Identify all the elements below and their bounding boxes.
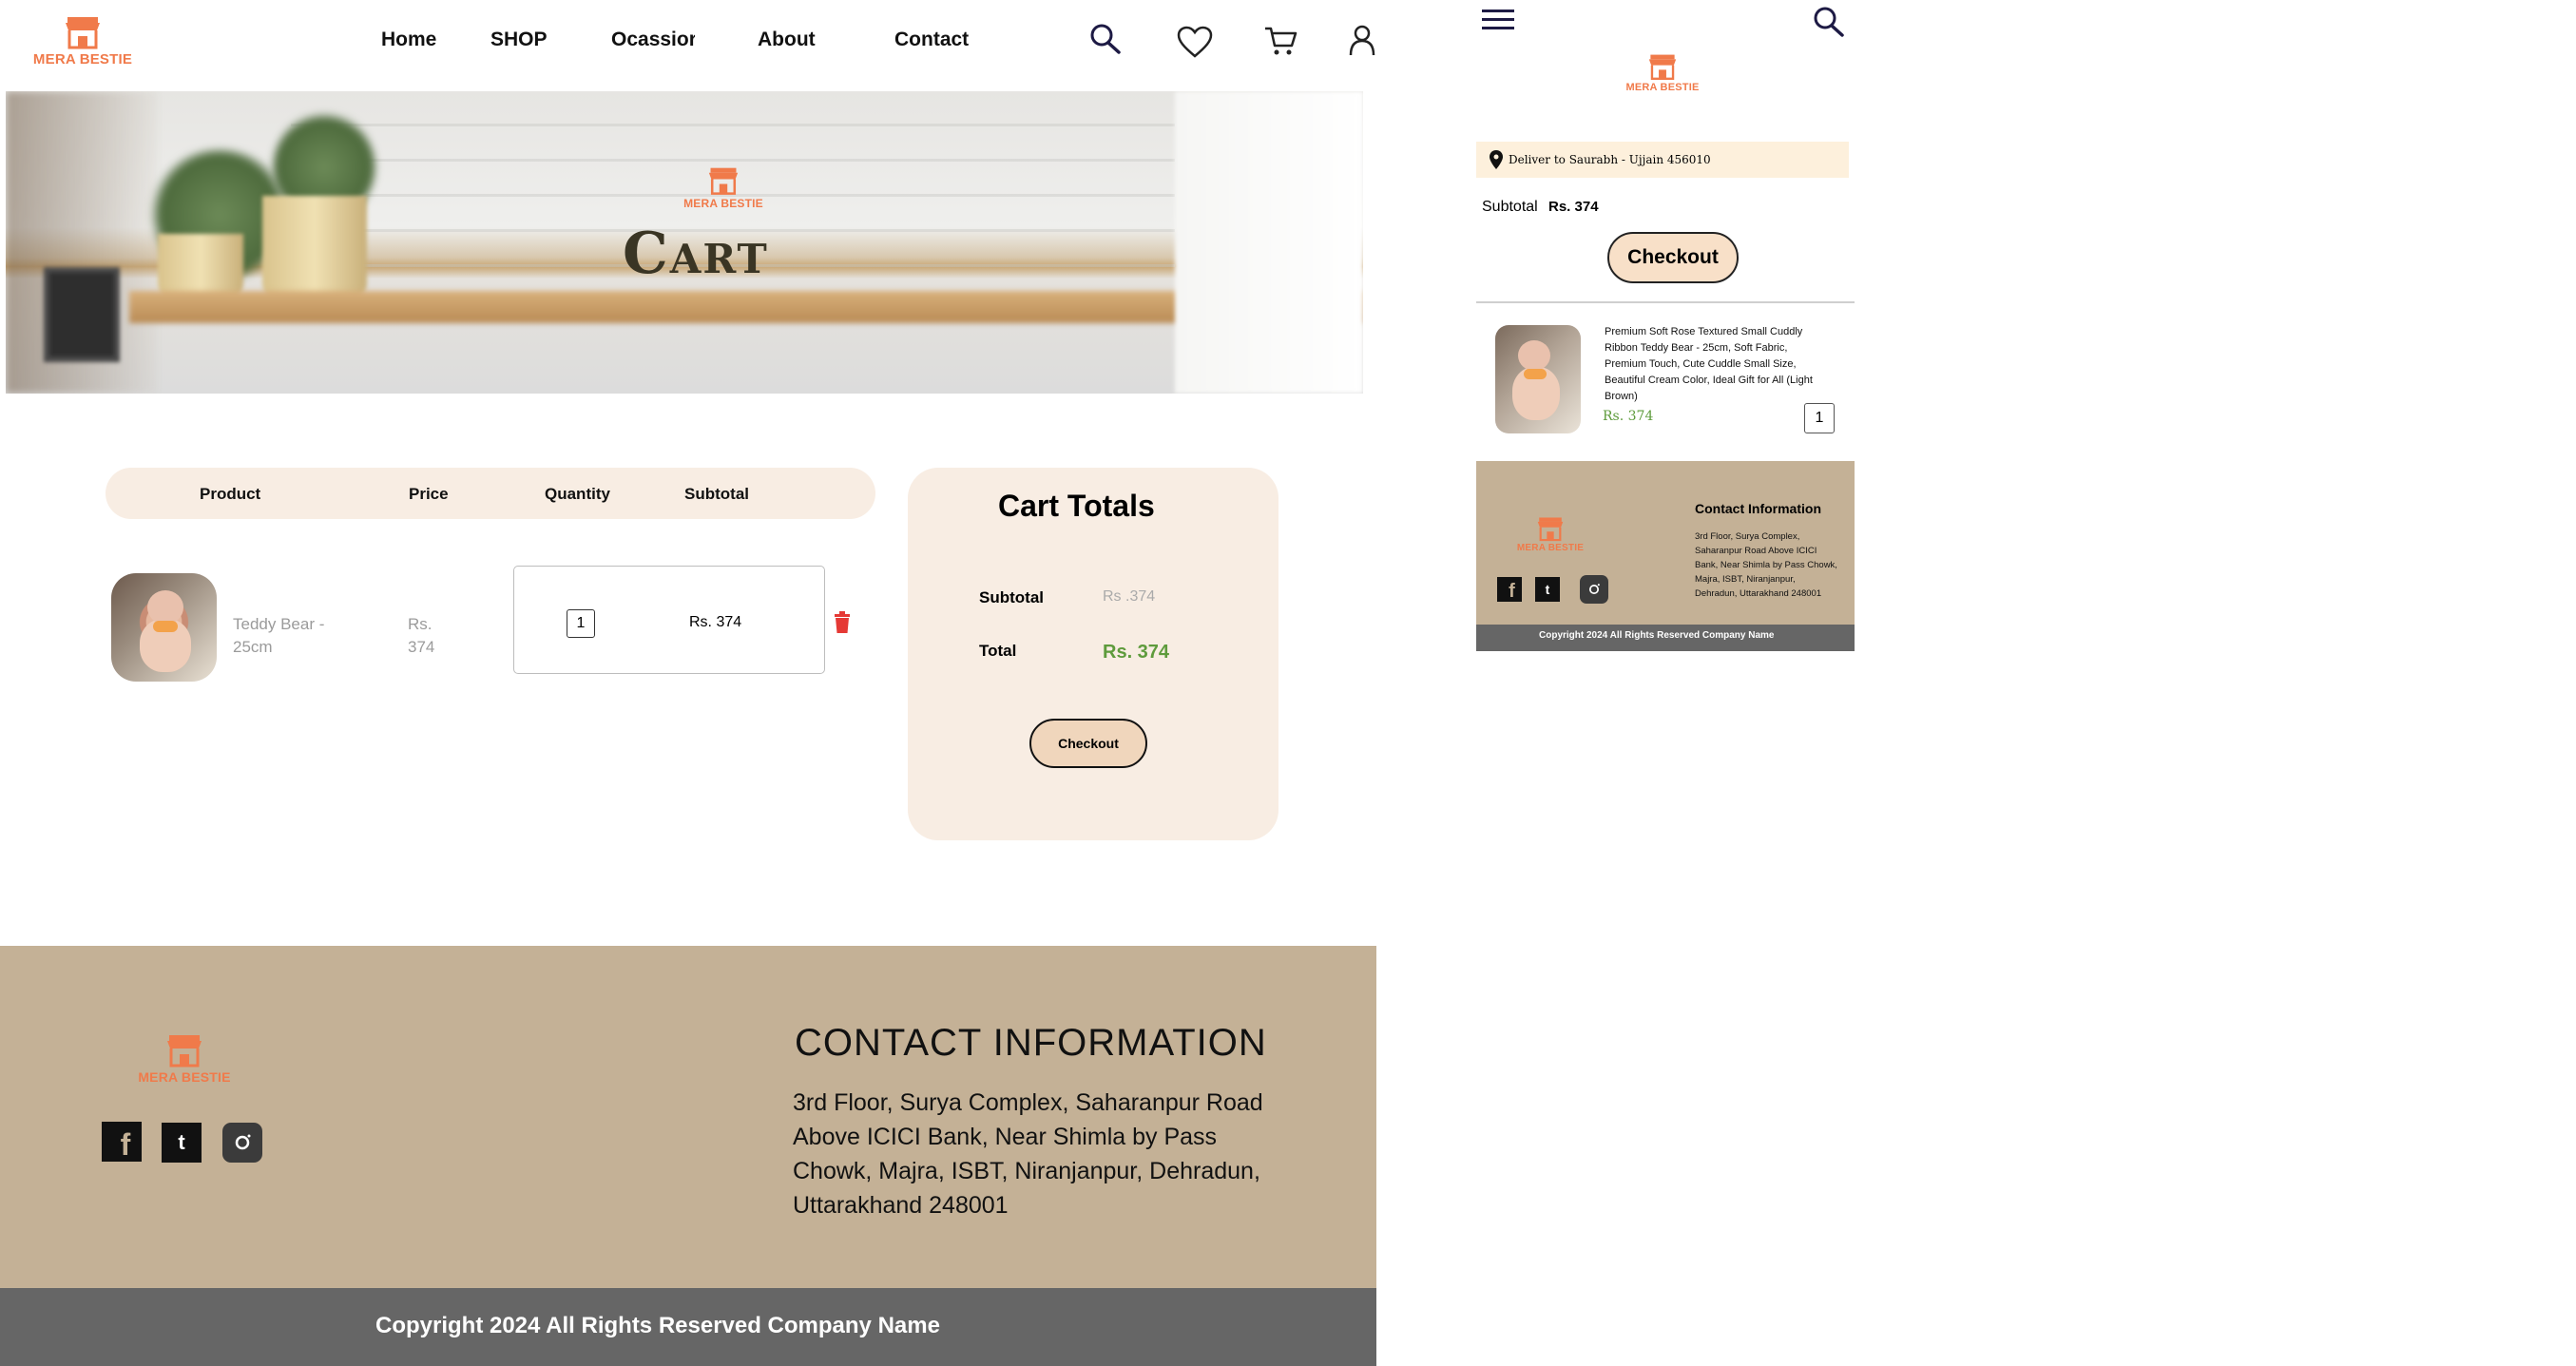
mobile-copyright-bar: Copyright 2024 All Rights Reserved Compa…	[1476, 625, 1855, 651]
address-line: Majra, ISBT, Niranjanpur,	[1695, 574, 1796, 585]
col-subtotal: Subtotal	[684, 485, 749, 503]
row-subtotal: Rs. 374	[689, 614, 742, 630]
nav-shop[interactable]: SHOP	[490, 29, 548, 51]
nav-home[interactable]: Home	[381, 29, 436, 51]
col-quantity: Quantity	[545, 485, 610, 503]
product-price: Rs. 374	[408, 613, 434, 659]
quantity-stepper[interactable]: 1	[567, 609, 595, 638]
price-line: 374	[408, 638, 435, 656]
product-title-line: Brown)	[1605, 391, 1638, 402]
twitter-icon[interactable]: t	[1535, 577, 1560, 602]
shop-logo-icon	[1537, 517, 1564, 542]
cart-icon[interactable]	[1263, 25, 1298, 57]
account-user-icon[interactable]	[1348, 24, 1376, 56]
search-icon[interactable]	[1088, 23, 1123, 55]
product-thumbnail[interactable]	[111, 573, 217, 682]
picture-frame-decor	[44, 267, 120, 362]
hero-brand-name: MERA BESTIE	[683, 197, 763, 210]
cart-totals-panel: Cart Totals Subtotal Rs .374 Total Rs. 3…	[908, 468, 1278, 840]
product-title-line: Ribbon Teddy Bear - 25cm, Soft Fabric,	[1605, 342, 1788, 354]
mobile-subtotal-label: Subtotal	[1482, 199, 1538, 215]
shop-logo-icon	[66, 17, 100, 49]
address-line: 3rd Floor, Surya Complex,	[1695, 531, 1800, 542]
col-price: Price	[409, 485, 449, 503]
address-line: Chowk, Majra, ISBT, Niranjanpur, Dehradu…	[793, 1158, 1260, 1184]
product-name-line: 25cm	[233, 638, 273, 656]
deliver-to-bar[interactable]: Deliver to Saurabh - Ujjain 456010	[1476, 142, 1849, 178]
nav-occasions[interactable]: Ocassior	[611, 29, 695, 51]
footer-brand-name: MERA BESTIE	[138, 1069, 231, 1085]
mobile-brand-name: MERA BESTIE	[1625, 82, 1700, 93]
twitter-icon[interactable]: t	[162, 1123, 202, 1163]
totals-total-label: Total	[979, 642, 1017, 660]
footer: MERA BESTIE f t CONTACT INFORMATION 3rd …	[0, 946, 1376, 1288]
totals-subtotal-value: Rs .374	[1103, 588, 1156, 605]
address-line: 3rd Floor, Surya Complex, Saharanpur Roa…	[793, 1089, 1263, 1116]
col-product: Product	[200, 485, 261, 503]
product-title-line: Beautiful Cream Color, Ideal Gift for Al…	[1605, 375, 1813, 386]
mobile-divider	[1476, 301, 1855, 303]
mobile-subtotal-value: Rs. 374	[1548, 199, 1599, 215]
mobile-footer: MERA BESTIE f t Contact Information 3rd …	[1476, 461, 1855, 625]
mobile-checkout-button[interactable]: Checkout	[1607, 232, 1739, 283]
location-pin-icon	[1490, 150, 1503, 169]
shop-logo-icon	[708, 167, 739, 195]
address-line: Saharanpur Road Above ICICI	[1695, 546, 1817, 556]
mobile-product-thumbnail[interactable]	[1495, 325, 1581, 433]
product-name-line: Teddy Bear -	[233, 615, 325, 633]
footer-logo[interactable]: MERA BESTIE	[137, 1033, 232, 1085]
footer-copyright-bar: Copyright 2024 All Rights Reserved Compa…	[0, 1288, 1376, 1366]
price-line: Rs.	[408, 615, 433, 633]
mobile-quantity-stepper[interactable]: 1	[1804, 403, 1835, 433]
totals-title: Cart Totals	[998, 489, 1155, 523]
mobile-contact-address: 3rd Floor, Surya Complex, Saharanpur Roa…	[1695, 529, 1837, 601]
hero-logo: MERA BESTIE	[681, 166, 766, 210]
brand-name: MERA BESTIE	[32, 51, 133, 67]
address-line: Above ICICI Bank, Near Shimla by Pass	[793, 1124, 1218, 1150]
totals-total-value: Rs. 374	[1103, 642, 1170, 663]
address-line: Uttarakhand 248001	[793, 1192, 1009, 1219]
facebook-icon[interactable]: f	[1497, 577, 1522, 602]
nav-contact[interactable]: Contact	[894, 29, 969, 51]
wishlist-heart-icon[interactable]	[1176, 25, 1214, 59]
product-title-line: Premium Soft Rose Textured Small Cuddly	[1605, 326, 1803, 337]
shop-logo-icon	[1648, 54, 1677, 81]
facebook-icon[interactable]: f	[102, 1122, 142, 1162]
cart-table-header: Product Price Quantity Subtotal	[106, 468, 875, 519]
page-title: Cart	[623, 221, 769, 287]
contact-title: CONTACT INFORMATION	[795, 1022, 1267, 1064]
instagram-icon[interactable]	[222, 1123, 262, 1163]
address-line: Dehradun, Uttarakhand 248001	[1695, 588, 1822, 599]
mobile-product-price: Rs. 374	[1603, 409, 1654, 424]
deliver-to-text: Deliver to Saurabh - Ujjain 456010	[1509, 153, 1711, 166]
checkout-button[interactable]: Checkout	[1029, 719, 1147, 768]
instagram-icon[interactable]	[1580, 575, 1608, 604]
copyright-text: Copyright 2024 All Rights Reserved Compa…	[375, 1313, 940, 1338]
mobile-footer-brand-name: MERA BESTIE	[1516, 543, 1585, 553]
nav-about[interactable]: About	[758, 29, 816, 51]
mobile-copyright-text: Copyright 2024 All Rights Reserved Compa…	[1539, 630, 1775, 641]
quantity-subtotal-box: 1 Rs. 374	[513, 566, 825, 674]
brand-logo[interactable]: MERA BESTIE	[32, 15, 133, 67]
mobile-footer-logo[interactable]: MERA BESTIE	[1512, 516, 1588, 553]
mobile-product-title[interactable]: Premium Soft Rose Textured Small Cuddly …	[1605, 324, 1813, 405]
product-name[interactable]: Teddy Bear - 25cm	[233, 613, 324, 659]
mobile-brand-logo[interactable]: MERA BESTIE	[1621, 53, 1704, 93]
address-line: Bank, Near Shimla by Pass Chowk,	[1695, 560, 1837, 570]
delete-trash-icon[interactable]	[833, 611, 852, 634]
contact-address: 3rd Floor, Surya Complex, Saharanpur Roa…	[793, 1086, 1263, 1222]
totals-subtotal-label: Subtotal	[979, 588, 1044, 606]
hamburger-menu-icon[interactable]	[1482, 8, 1514, 32]
shop-logo-icon	[167, 1035, 202, 1068]
mobile-contact-title: Contact Information	[1695, 501, 1821, 516]
mobile-search-icon[interactable]	[1812, 6, 1846, 38]
product-title-line: Premium Touch, Cute Cuddle Small Size,	[1605, 358, 1797, 370]
